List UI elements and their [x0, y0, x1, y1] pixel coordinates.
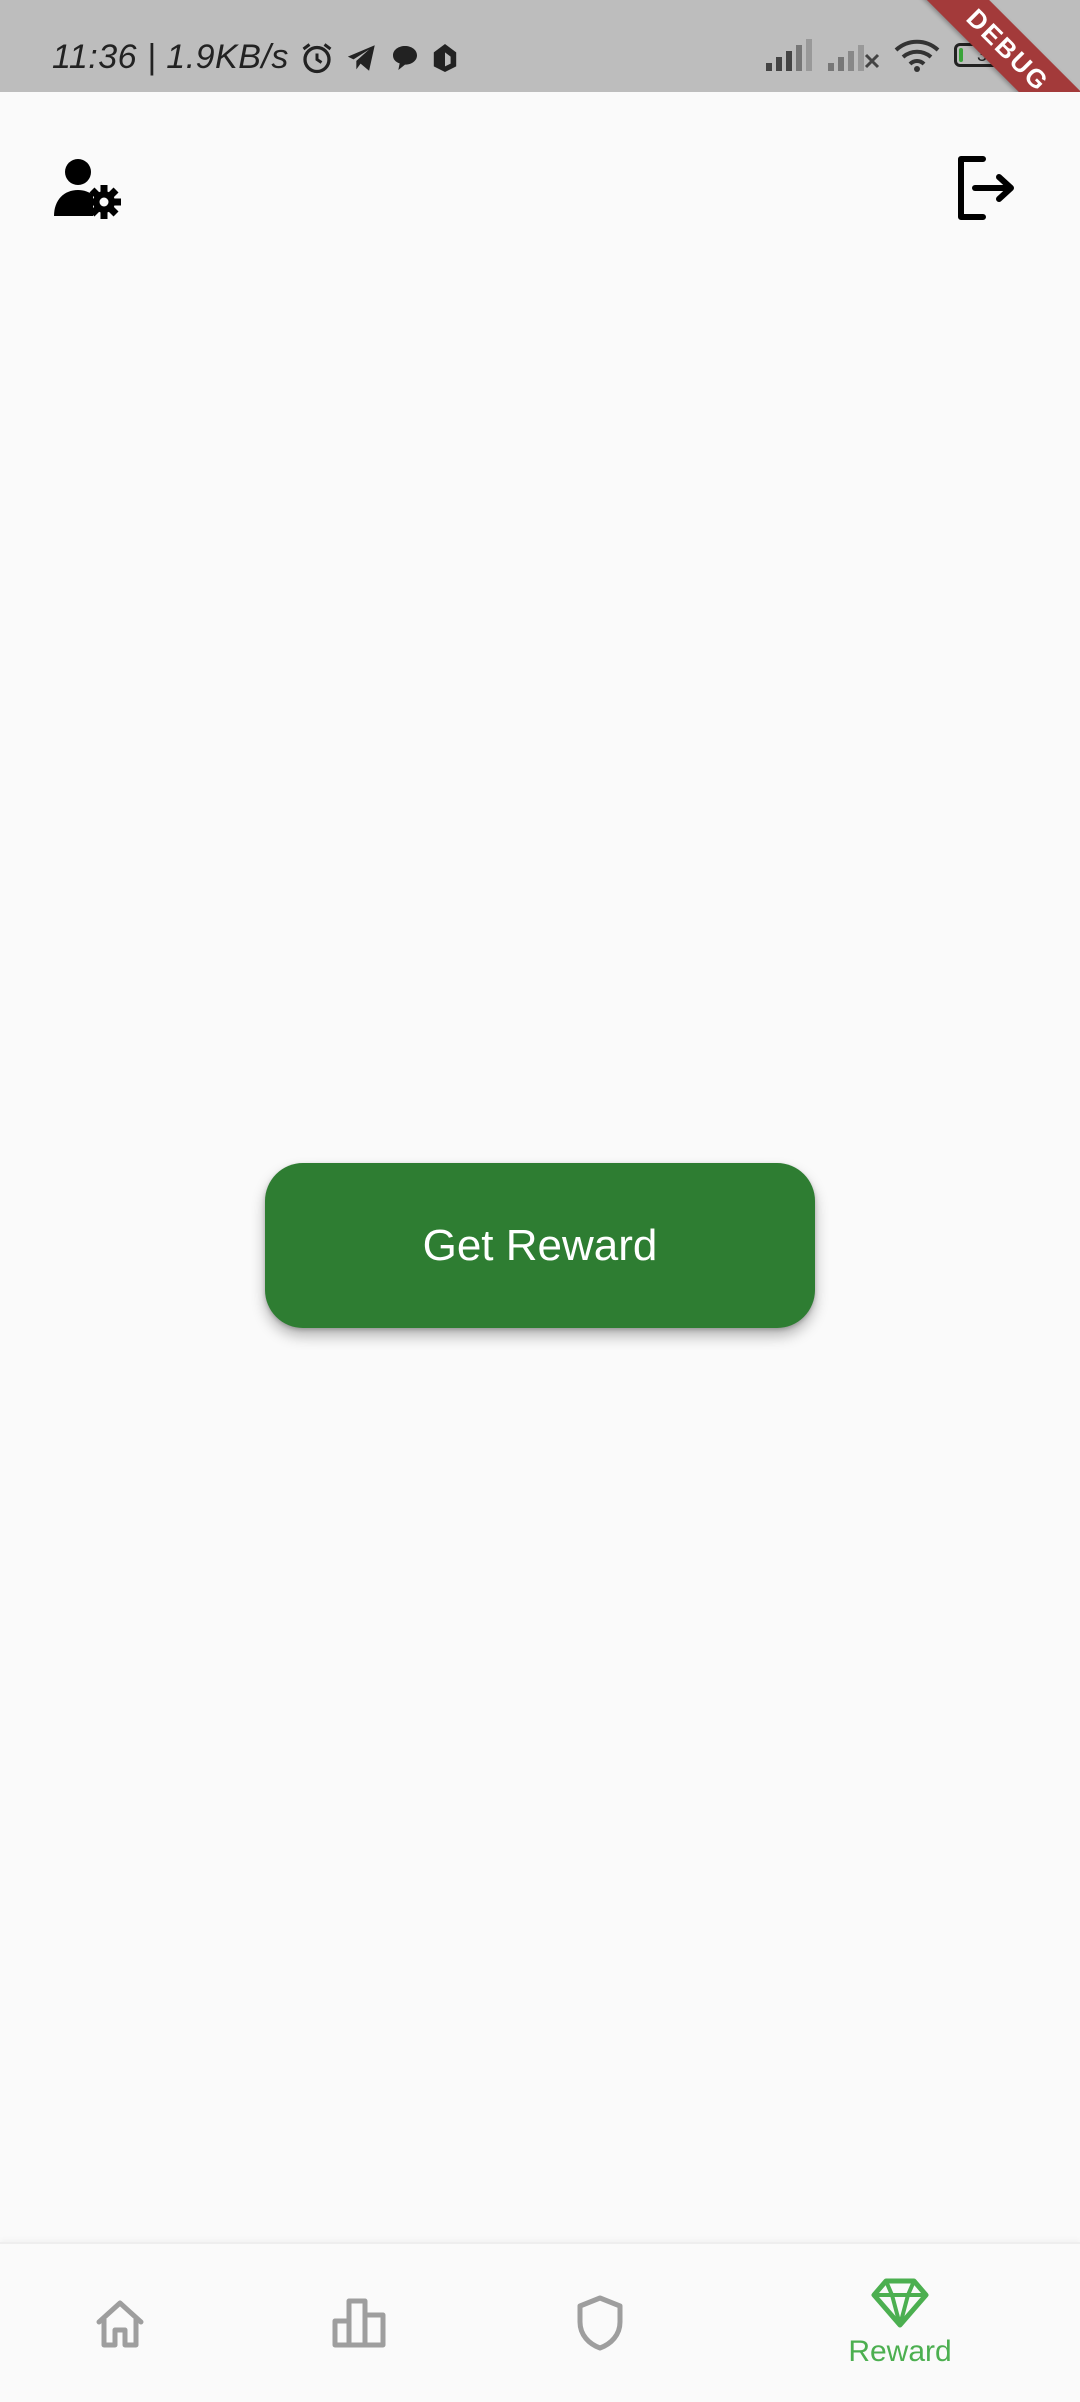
- wifi-icon: [894, 39, 940, 72]
- user-settings-icon: [54, 159, 121, 219]
- nav-label-reward: Reward: [848, 2335, 952, 2368]
- diamond-icon: [871, 2278, 929, 2328]
- chat-bubble-icon: [392, 45, 417, 70]
- shield-icon: [577, 2295, 623, 2351]
- nav-item-shield[interactable]: [540, 2244, 660, 2402]
- nav-item-home[interactable]: [60, 2244, 180, 2402]
- get-reward-button[interactable]: Get Reward: [265, 1163, 815, 1328]
- alarm-icon: [302, 42, 332, 73]
- status-bar: 11:36 | 1.9KB/s DEBUG: [0, 0, 1080, 92]
- nav-item-reward[interactable]: Reward: [820, 2244, 980, 2402]
- telegram-icon: [347, 44, 375, 71]
- app-notification-icon: [433, 43, 457, 72]
- signal-no-service-icon: [828, 45, 880, 71]
- user-settings-button[interactable]: [50, 150, 126, 226]
- bottom-nav: Reward: [0, 2242, 1080, 2402]
- status-left: 11:36 | 1.9KB/s: [52, 38, 459, 77]
- home-icon: [96, 2300, 144, 2348]
- signal-strength-icon: [766, 39, 812, 71]
- logout-icon: [958, 156, 1014, 220]
- battery-fill: [959, 48, 963, 62]
- logout-button[interactable]: [948, 150, 1024, 226]
- nav-item-leaderboard[interactable]: [300, 2244, 420, 2402]
- status-time-speed: 11:36 | 1.9KB/s: [52, 38, 289, 76]
- leaderboard-icon: [332, 2298, 386, 2348]
